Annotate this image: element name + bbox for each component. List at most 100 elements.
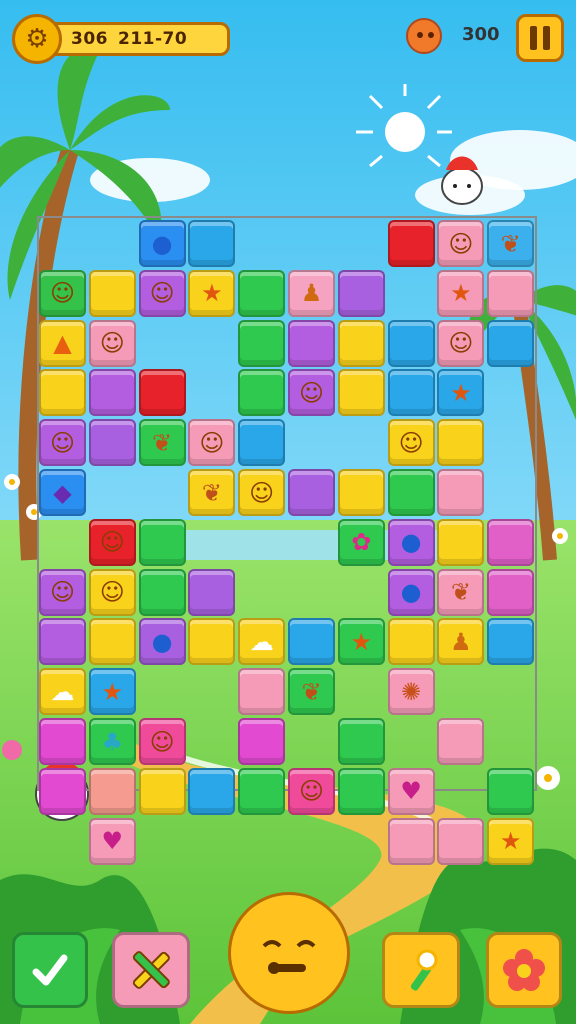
board-tile[interactable]: ☺ — [138, 269, 186, 317]
board-tile[interactable] — [188, 568, 236, 616]
board-tile[interactable] — [39, 767, 86, 815]
board-tile[interactable] — [337, 269, 385, 317]
board-tile[interactable]: ✿ — [337, 518, 385, 566]
board-tile[interactable] — [337, 369, 385, 417]
board-tile[interactable]: ★ — [487, 817, 535, 865]
board-tile[interactable]: ♟ — [437, 618, 485, 666]
board-tile[interactable] — [238, 319, 286, 367]
board-tile[interactable] — [337, 718, 385, 765]
board-tile[interactable]: ☺ — [437, 220, 485, 267]
board-tile[interactable] — [487, 518, 535, 566]
board-tile[interactable] — [387, 469, 435, 516]
board-tile[interactable] — [88, 419, 136, 467]
board-tile[interactable]: ❦ — [437, 568, 485, 616]
board-tile[interactable] — [387, 618, 435, 666]
board-tile[interactable]: ☁ — [238, 618, 286, 666]
board-tile[interactable] — [487, 319, 535, 367]
board-tile[interactable] — [437, 518, 485, 566]
shell-icon: ✺ — [401, 677, 422, 706]
board-tile[interactable]: ● — [138, 220, 186, 267]
board-tile[interactable] — [387, 369, 435, 417]
board-tile[interactable]: ☁ — [39, 668, 86, 716]
board-tile[interactable] — [387, 319, 435, 367]
board-tile[interactable]: ★ — [88, 668, 136, 716]
board-tile[interactable] — [337, 469, 385, 516]
board-tile[interactable] — [138, 369, 186, 417]
board-tile[interactable] — [88, 618, 136, 666]
board-tile[interactable]: ☺ — [437, 319, 485, 367]
board-tile[interactable]: ☺ — [288, 767, 335, 815]
board-tile[interactable]: ◆ — [39, 469, 86, 516]
board-tile[interactable] — [437, 817, 485, 865]
board-tile[interactable]: ☺ — [288, 369, 335, 417]
board-tile[interactable] — [39, 618, 86, 666]
tools-button[interactable] — [112, 932, 190, 1008]
board-tile[interactable] — [288, 319, 335, 367]
board-tile[interactable] — [39, 369, 86, 417]
brush-button[interactable] — [382, 932, 460, 1008]
board-tile[interactable]: ♥ — [387, 767, 435, 815]
board-tile[interactable]: ❦ — [188, 469, 236, 516]
pause-button[interactable] — [516, 14, 564, 62]
board-tile[interactable] — [288, 469, 335, 516]
board-tile[interactable] — [188, 618, 236, 666]
board-tile[interactable] — [487, 618, 535, 666]
board-tile[interactable]: ♥ — [88, 817, 136, 865]
board-tile[interactable]: ☺ — [387, 419, 435, 467]
board-tile[interactable] — [88, 767, 136, 815]
board-tile[interactable] — [487, 269, 535, 317]
board-tile[interactable] — [337, 767, 385, 815]
board-tile[interactable]: ● — [138, 618, 186, 666]
board-tile[interactable] — [88, 369, 136, 417]
board-tile[interactable]: ♟ — [288, 269, 335, 317]
gear-coin-icon[interactable]: ⚙ — [12, 14, 62, 64]
board-tile[interactable] — [238, 718, 286, 765]
flower-button[interactable] — [486, 932, 562, 1008]
board-tile[interactable] — [337, 319, 385, 367]
board-tile[interactable] — [387, 817, 435, 865]
game-board[interactable]: ● ☺ ❦ ☺ ☺ ★ ♟ ★ ▲ ☺ ☺ ☺ ★ ☺ ❦ ☺ ☺ ◆ ❦ ☺ ☺ ✿ ● ☺ ☺ ● ❦ ● ☁ ★ ♟ ☁ ★ ❦ ✺ ♣ ☺ ☺ ♥ ♥… — [37, 216, 537, 865]
board-tile[interactable]: ● — [387, 568, 435, 616]
board-tile[interactable]: ♣ — [88, 718, 136, 765]
board-tile[interactable]: ★ — [337, 618, 385, 666]
board-tile[interactable]: ☺ — [88, 319, 136, 367]
board-tile[interactable]: ☺ — [238, 469, 286, 516]
board-tile[interactable]: ☺ — [39, 419, 86, 467]
board-tile[interactable] — [437, 718, 485, 765]
board-tile[interactable] — [138, 568, 186, 616]
board-tile[interactable] — [487, 767, 535, 815]
board-tile[interactable]: ★ — [188, 269, 236, 317]
board-tile[interactable] — [487, 568, 535, 616]
board-tile[interactable] — [188, 220, 236, 267]
board-tile[interactable] — [437, 469, 485, 516]
board-tile[interactable] — [288, 618, 335, 666]
mascot-button[interactable] — [228, 892, 350, 1014]
board-tile[interactable] — [138, 767, 186, 815]
board-tile[interactable]: ✺ — [387, 668, 435, 716]
board-tile[interactable]: ● — [387, 518, 435, 566]
board-tile[interactable] — [238, 369, 286, 417]
board-tile[interactable] — [238, 668, 286, 716]
board-tile[interactable] — [88, 269, 136, 317]
board-tile[interactable]: ☺ — [88, 518, 136, 566]
board-tile[interactable] — [188, 767, 236, 815]
board-tile[interactable]: ★ — [437, 269, 485, 317]
board-tile[interactable]: ☺ — [88, 568, 136, 616]
board-tile[interactable] — [138, 518, 186, 566]
board-tile[interactable]: ❦ — [487, 220, 535, 267]
board-tile[interactable] — [39, 718, 86, 765]
board-tile[interactable]: ☺ — [138, 718, 186, 765]
board-tile[interactable]: ☺ — [39, 568, 86, 616]
board-tile[interactable] — [238, 269, 286, 317]
board-tile[interactable]: ❦ — [138, 419, 186, 467]
board-tile[interactable]: ❦ — [288, 668, 335, 716]
board-tile[interactable]: ▲ — [39, 319, 86, 367]
board-tile[interactable] — [238, 767, 286, 815]
board-tile[interactable] — [437, 419, 485, 467]
board-tile[interactable] — [387, 220, 435, 267]
board-tile[interactable] — [238, 419, 286, 467]
confirm-button[interactable] — [12, 932, 88, 1008]
board-tile[interactable]: ☺ — [188, 419, 236, 467]
board-tile[interactable]: ★ — [437, 369, 485, 417]
board-tile[interactable]: ☺ — [39, 269, 86, 317]
